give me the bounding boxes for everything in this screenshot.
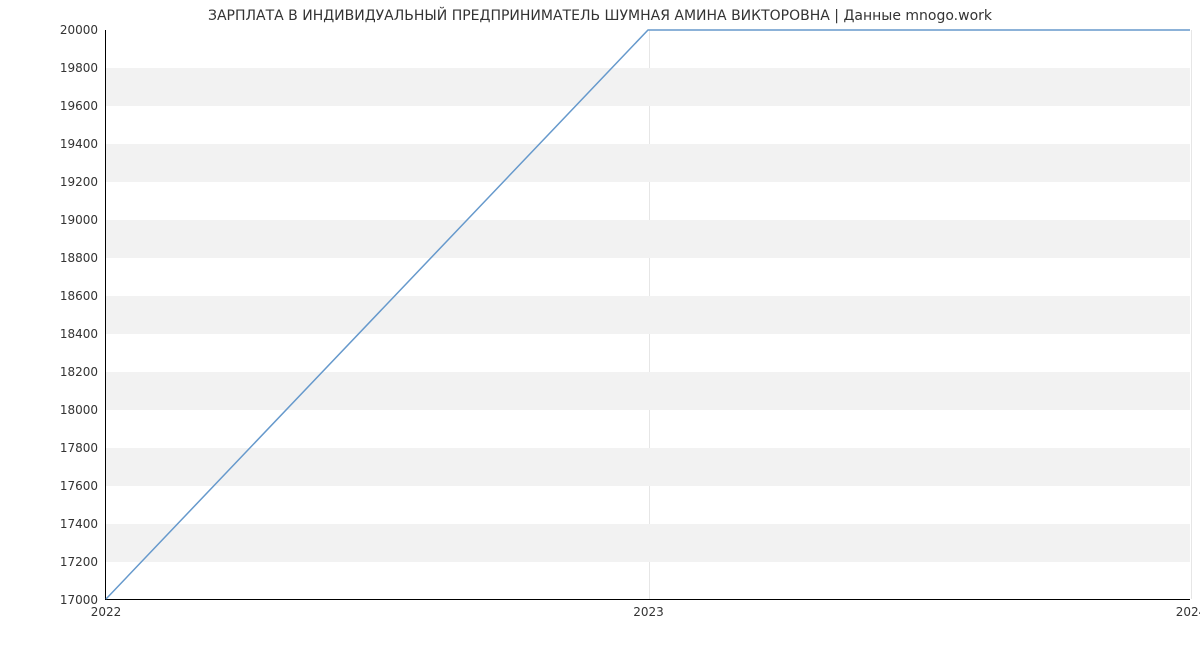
y-tick-label: 18400 [60,327,106,341]
y-tick-label: 17800 [60,441,106,455]
x-tick-label: 2023 [633,599,664,619]
y-tick-label: 17400 [60,517,106,531]
y-tick-label: 19600 [60,99,106,113]
y-tick-label: 19000 [60,213,106,227]
chart-container: ЗАРПЛАТА В ИНДИВИДУАЛЬНЫЙ ПРЕДПРИНИМАТЕЛ… [0,0,1200,650]
y-tick-label: 17600 [60,479,106,493]
y-tick-label: 18000 [60,403,106,417]
plot-area: 1700017200174001760017800180001820018400… [105,30,1190,600]
x-gridline [1191,30,1192,599]
y-tick-label: 19800 [60,61,106,75]
y-tick-label: 17200 [60,555,106,569]
y-tick-label: 18200 [60,365,106,379]
chart-title: ЗАРПЛАТА В ИНДИВИДУАЛЬНЫЙ ПРЕДПРИНИМАТЕЛ… [0,8,1200,24]
x-tick-label: 2024 [1176,599,1200,619]
x-tick-label: 2022 [91,599,122,619]
series-polyline [106,30,1190,599]
line-series [106,30,1190,599]
y-tick-label: 18800 [60,251,106,265]
y-tick-label: 18600 [60,289,106,303]
y-tick-label: 19400 [60,137,106,151]
y-tick-label: 19200 [60,175,106,189]
y-tick-label: 20000 [60,23,106,37]
